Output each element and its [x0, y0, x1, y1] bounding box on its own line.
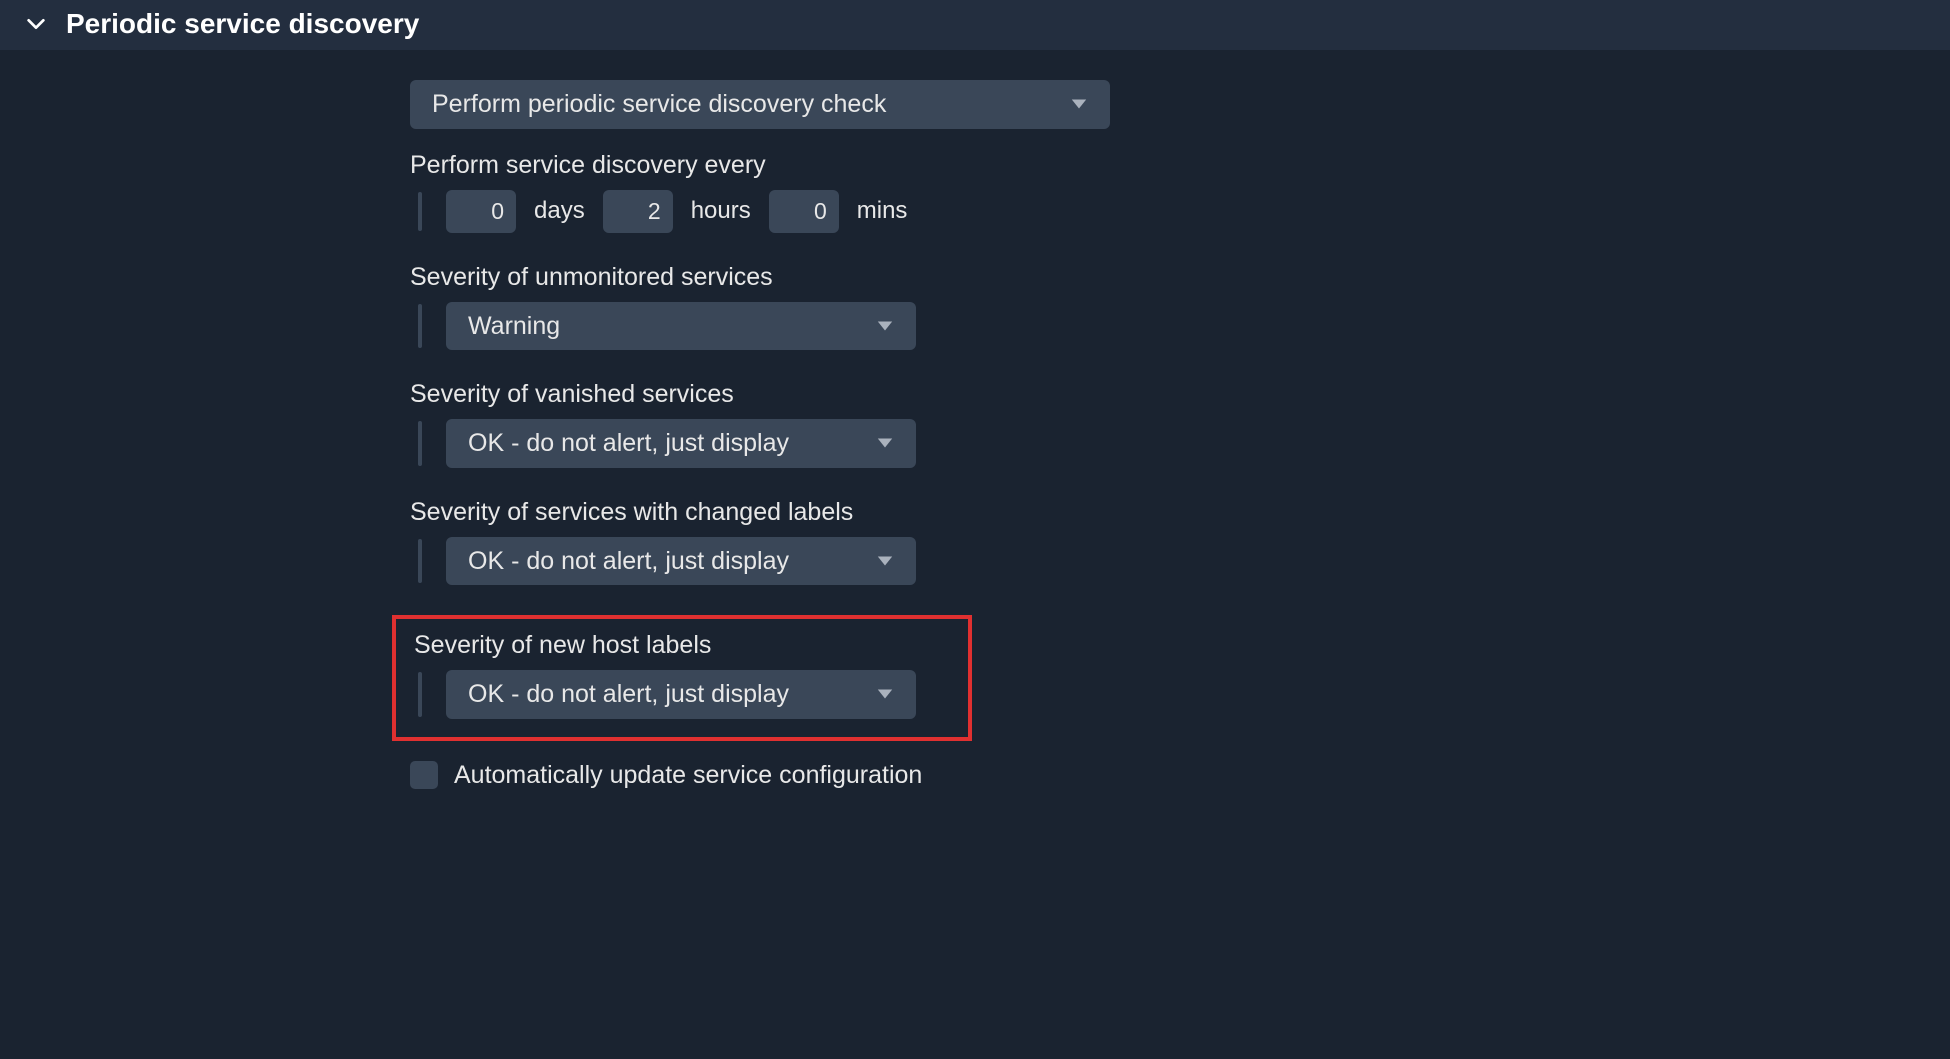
auto-update-row: Automatically update service configurati…	[410, 761, 1910, 790]
dropdown-arrow-icon	[876, 436, 894, 450]
interval-hours-unit: hours	[691, 197, 751, 225]
sev-unmonitored-value: Warning	[468, 310, 560, 343]
dropdown-arrow-icon	[876, 554, 894, 568]
interval-label: Perform service discovery every	[410, 151, 1910, 180]
mode-dropdown[interactable]: Perform periodic service discovery check	[410, 80, 1110, 129]
sev-vanished-dropdown[interactable]: OK - do not alert, just display	[446, 419, 916, 468]
interval-days-input[interactable]	[446, 190, 516, 233]
chevron-down-icon	[24, 12, 48, 36]
sev-new-host-labels-dropdown[interactable]: OK - do not alert, just display	[446, 670, 916, 719]
sev-changed-labels-value: OK - do not alert, just display	[468, 545, 789, 578]
form-body: Perform periodic service discovery check…	[0, 50, 1950, 790]
sev-new-host-labels-subblock: OK - do not alert, just display	[410, 670, 950, 719]
interval-row: days hours mins	[446, 190, 1910, 233]
interval-mins-unit: mins	[857, 197, 908, 225]
section-title: Periodic service discovery	[66, 8, 419, 40]
sev-unmonitored-label: Severity of unmonitored services	[410, 263, 1910, 292]
auto-update-label: Automatically update service configurati…	[454, 761, 922, 790]
page-root: Periodic service discovery Perform perio…	[0, 0, 1950, 1059]
mode-dropdown-value: Perform periodic service discovery check	[432, 88, 886, 121]
auto-update-checkbox[interactable]	[410, 761, 438, 789]
sev-vanished-label: Severity of vanished services	[410, 380, 1910, 409]
dropdown-arrow-icon	[1070, 97, 1088, 111]
sev-vanished-subblock: OK - do not alert, just display	[410, 419, 1910, 468]
sev-new-host-labels-highlight: Severity of new host labels OK - do not …	[392, 615, 972, 741]
sev-changed-labels-subblock: OK - do not alert, just display	[410, 537, 1910, 586]
section-header[interactable]: Periodic service discovery	[0, 0, 1950, 50]
sev-changed-labels-dropdown[interactable]: OK - do not alert, just display	[446, 537, 916, 586]
interval-days-unit: days	[534, 197, 585, 225]
sev-vanished-value: OK - do not alert, just display	[468, 427, 789, 460]
dropdown-arrow-icon	[876, 319, 894, 333]
sev-new-host-labels-label: Severity of new host labels	[414, 631, 950, 660]
sev-vanished-group: Severity of vanished services OK - do no…	[410, 380, 1910, 468]
sev-changed-labels-group: Severity of services with changed labels…	[410, 498, 1910, 586]
sev-unmonitored-group: Severity of unmonitored services Warning	[410, 263, 1910, 351]
sev-unmonitored-dropdown[interactable]: Warning	[446, 302, 916, 351]
sev-changed-labels-label: Severity of services with changed labels	[410, 498, 1910, 527]
sev-unmonitored-subblock: Warning	[410, 302, 1910, 351]
interval-hours-input[interactable]	[603, 190, 673, 233]
interval-group: Perform service discovery every days hou…	[410, 151, 1910, 233]
sev-new-host-labels-value: OK - do not alert, just display	[468, 678, 789, 711]
dropdown-arrow-icon	[876, 687, 894, 701]
interval-subblock: days hours mins	[410, 190, 1910, 233]
interval-mins-input[interactable]	[769, 190, 839, 233]
